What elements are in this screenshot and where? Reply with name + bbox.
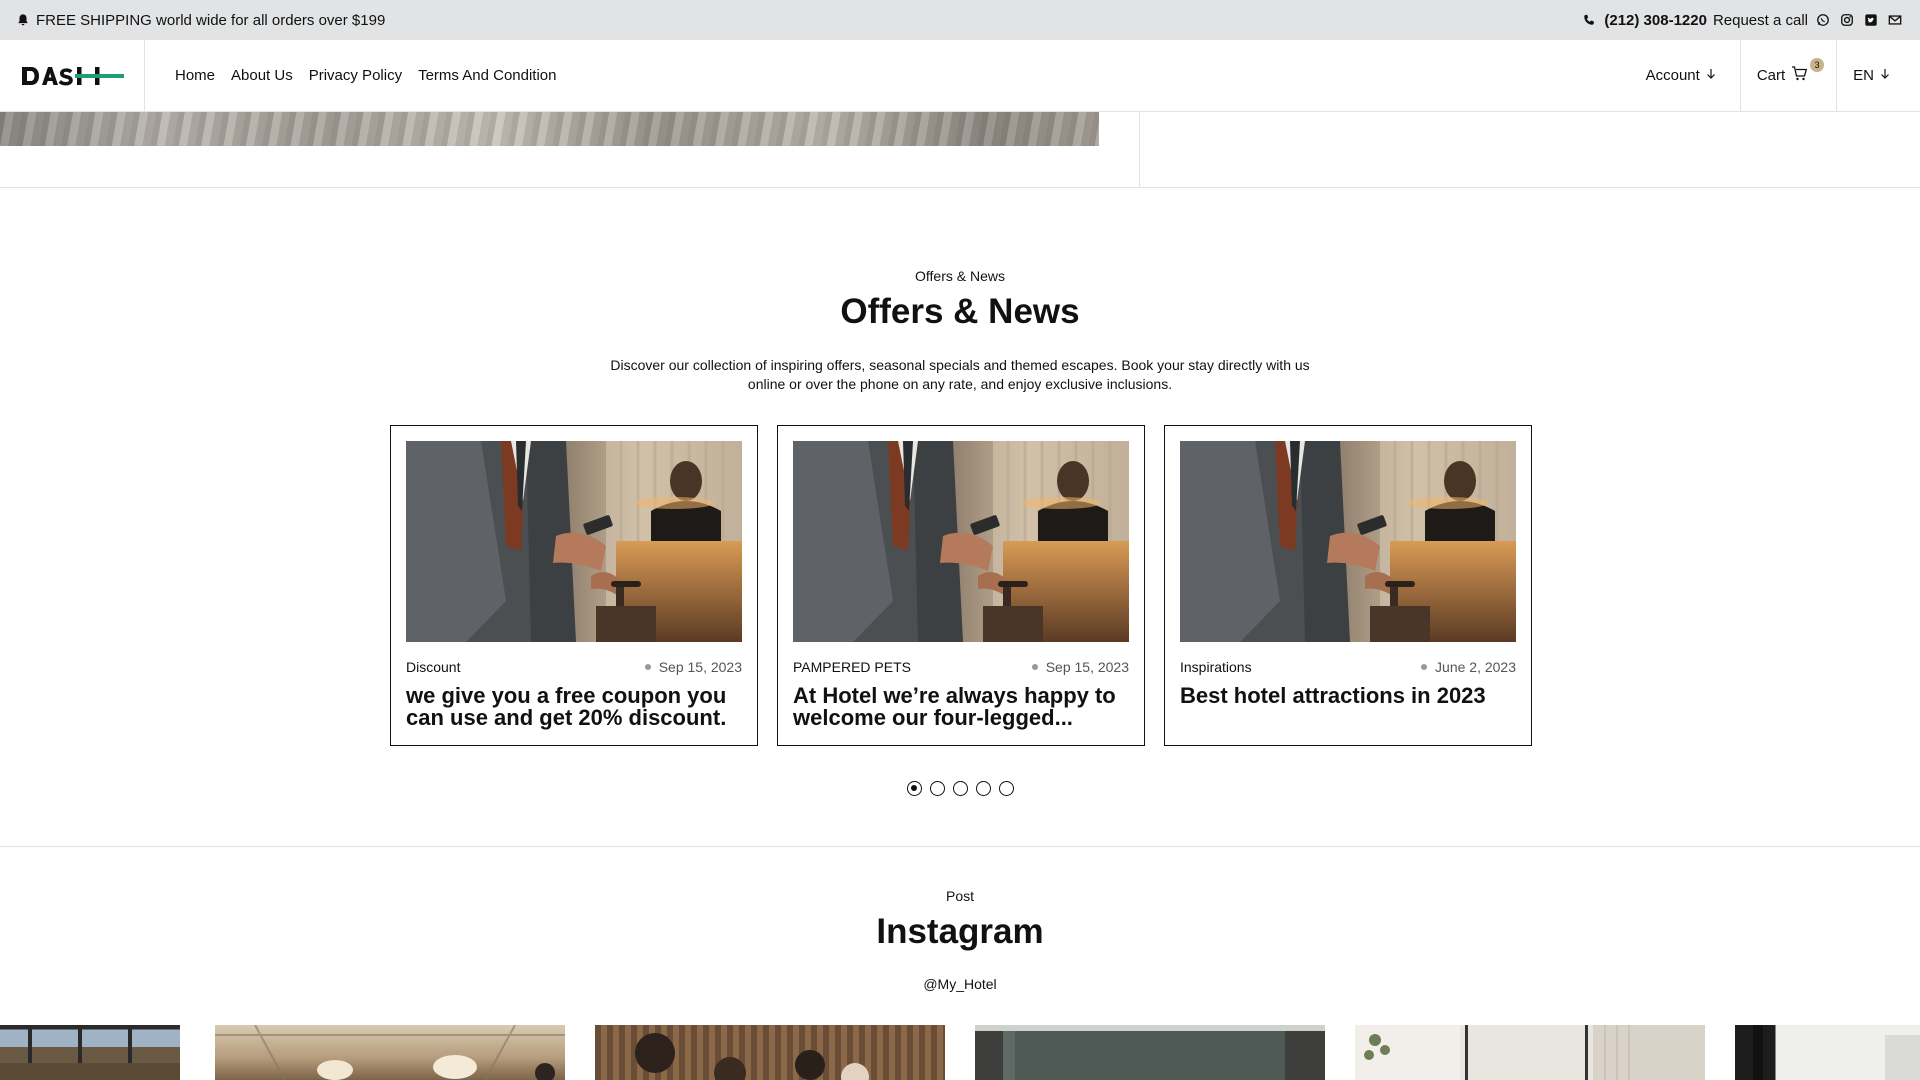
nav-home[interactable]: Home <box>175 67 215 84</box>
bullet-icon <box>644 664 651 670</box>
offer-date: June 2, 2023 <box>1421 659 1516 675</box>
offer-card-image <box>793 441 1129 642</box>
phone-icon <box>1580 11 1598 29</box>
nav-privacy-policy[interactable]: Privacy Policy <box>309 67 402 84</box>
offers-description: Discover our collection of inspiring off… <box>610 357 1310 392</box>
contact-links: (212) 308-1220 Request a call <box>1580 11 1904 29</box>
offers-title: Offers & News <box>840 292 1080 331</box>
account-label: Account <box>1645 67 1700 84</box>
pagination-dot-2[interactable] <box>929 781 945 796</box>
pagination-dot-3[interactable] <box>952 781 968 796</box>
instagram-icon[interactable] <box>1838 11 1856 29</box>
offer-date-text: Sep 15, 2023 <box>1045 659 1129 675</box>
offer-card[interactable]: Discount Sep 15, 2023 we give you a free… <box>390 425 758 746</box>
pagination-dot-4[interactable] <box>975 781 991 796</box>
request-call-link[interactable]: Request a call <box>1713 12 1808 29</box>
offer-category[interactable]: Inspirations <box>1180 659 1252 675</box>
bullet-icon <box>1421 664 1428 670</box>
hero-image-remnant <box>0 112 1099 146</box>
offer-category[interactable]: Discount <box>406 659 460 675</box>
language-selector[interactable]: EN <box>1836 40 1920 111</box>
offer-card-meta: PAMPERED PETS Sep 15, 2023 <box>793 659 1129 675</box>
cart-icon <box>1791 65 1808 86</box>
instagram-post[interactable] <box>975 1025 1325 1080</box>
offer-card-image <box>406 441 742 642</box>
logo[interactable] <box>0 40 145 111</box>
arrow-down-icon <box>1880 67 1890 84</box>
nav-terms-and-condition[interactable]: Terms And Condition <box>418 67 556 84</box>
instagram-post[interactable] <box>0 1025 180 1080</box>
instagram-handle[interactable]: @My_Hotel <box>0 976 1920 992</box>
divider <box>0 846 1920 847</box>
offer-card[interactable]: Inspirations June 2, 2023 Best hotel att… <box>1164 425 1532 746</box>
arrow-down-icon <box>1706 67 1716 84</box>
bell-icon <box>14 11 32 29</box>
offer-date: Sep 15, 2023 <box>1031 659 1129 675</box>
primary-nav: Home About Us Privacy Policy Terms And C… <box>145 40 556 111</box>
offer-title[interactable]: we give you a free coupon you can use an… <box>406 685 742 729</box>
cart-count-badge: 3 <box>1810 58 1825 72</box>
cart-label: Cart <box>1756 67 1786 84</box>
instagram-eyebrow: Post <box>945 888 974 904</box>
carousel-pagination <box>0 781 1920 796</box>
header-actions: Account Cart 3 EN <box>1630 40 1920 111</box>
twitter-icon[interactable] <box>1862 11 1880 29</box>
language-label: EN <box>1853 67 1874 84</box>
mail-icon[interactable] <box>1886 11 1904 29</box>
instagram-post[interactable] <box>1355 1025 1705 1080</box>
pagination-dot-5[interactable] <box>998 781 1014 796</box>
instagram-title: Instagram <box>876 912 1044 951</box>
pagination-dot-1[interactable] <box>906 781 922 796</box>
divider <box>0 187 1920 188</box>
offers-eyebrow: Offers & News <box>915 268 1005 284</box>
whatsapp-icon[interactable] <box>1814 11 1832 29</box>
shipping-text: FREE SHIPPING world wide for all orders … <box>36 11 386 29</box>
phone-number[interactable]: (212) 308-1220 <box>1604 12 1707 29</box>
offer-date-text: June 2, 2023 <box>1435 659 1516 675</box>
instagram-post[interactable] <box>215 1025 565 1080</box>
instagram-post[interactable] <box>1735 1025 1920 1080</box>
top-announcement-bar: FREE SHIPPING world wide for all orders … <box>0 0 1920 40</box>
nav-about-us[interactable]: About Us <box>231 67 293 84</box>
offer-card[interactable]: PAMPERED PETS Sep 15, 2023 At Hotel we’r… <box>777 425 1145 746</box>
offer-date-text: Sep 15, 2023 <box>658 659 742 675</box>
offer-title[interactable]: At Hotel we’re always happy to welcome o… <box>793 685 1129 729</box>
shipping-notice: FREE SHIPPING world wide for all orders … <box>14 11 385 29</box>
instagram-post[interactable] <box>595 1025 945 1080</box>
offer-card-meta: Inspirations June 2, 2023 <box>1180 659 1516 675</box>
offer-card-image <box>1180 441 1516 642</box>
offer-card-meta: Discount Sep 15, 2023 <box>406 659 742 675</box>
offer-title[interactable]: Best hotel attractions in 2023 <box>1180 685 1516 707</box>
bullet-icon <box>1031 664 1038 670</box>
offer-category[interactable]: PAMPERED PETS <box>793 659 911 675</box>
main-header: Home About Us Privacy Policy Terms And C… <box>0 40 1920 112</box>
dash-logo-icon <box>22 66 124 85</box>
account-dropdown[interactable]: Account <box>1630 40 1740 111</box>
cart-button[interactable]: Cart 3 <box>1739 40 1836 111</box>
divider <box>1139 112 1140 187</box>
offer-date: Sep 15, 2023 <box>644 659 742 675</box>
